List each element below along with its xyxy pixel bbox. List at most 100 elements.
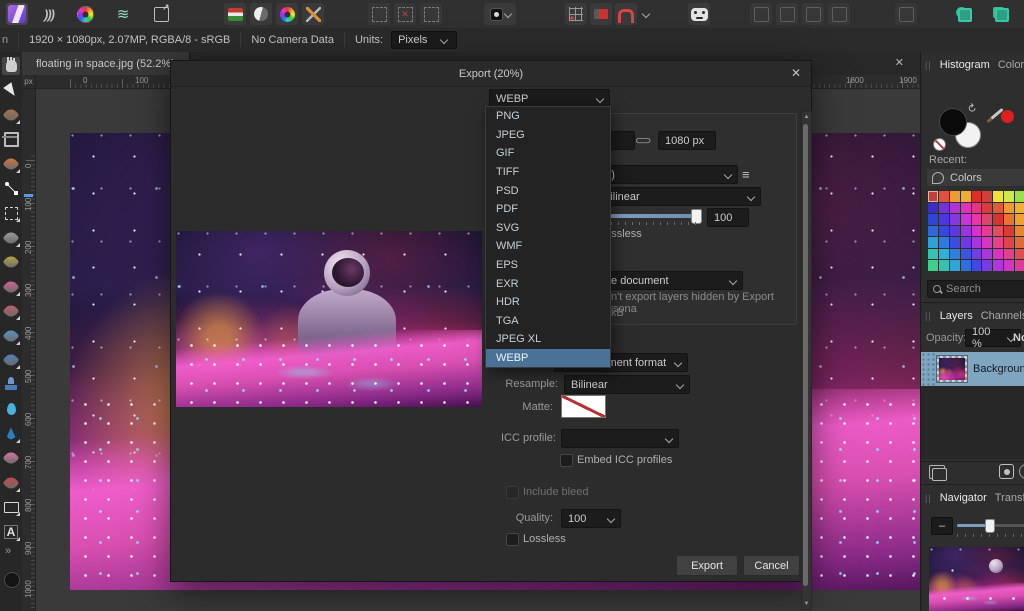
zoom-out-button[interactable]: – [931,517,953,535]
swatch[interactable] [1004,203,1014,214]
swatch[interactable] [1015,226,1024,237]
swatch[interactable] [972,226,982,237]
format-option-jpeg-xl[interactable]: JPEG XL [486,330,610,349]
swatch[interactable] [950,203,960,214]
alignment-icon[interactable] [895,3,917,25]
tab-transform[interactable]: Transform [995,492,1024,504]
export-dialog-titlebar[interactable]: Export (20%) ✕ [171,61,811,87]
blur-brush-tool[interactable] [2,400,20,418]
dodge-burn-brush-tool[interactable] [2,474,20,492]
swatch[interactable] [961,191,971,202]
swatch[interactable] [939,203,949,214]
swatch[interactable] [982,249,992,260]
export-button[interactable]: Export [676,555,738,576]
adjustment-layer-icon[interactable] [1019,464,1024,479]
swatch[interactable] [993,249,1003,260]
swatch[interactable] [1004,237,1014,248]
swatch[interactable] [961,237,971,248]
swatch[interactable] [982,237,992,248]
swatch[interactable] [939,226,949,237]
swatch[interactable] [972,214,982,225]
paint-brush-tool[interactable] [2,155,20,173]
swatch[interactable] [1015,203,1024,214]
layers-panel-grip[interactable]: || [925,311,932,321]
swatch[interactable] [950,191,960,202]
swatch[interactable] [1004,226,1014,237]
swatch[interactable] [961,249,971,260]
selection-brush-tool[interactable] [2,229,20,247]
swatch[interactable] [1004,191,1014,202]
swatch[interactable] [972,237,982,248]
tab-channels[interactable]: Channels [981,310,1024,322]
text-tool[interactable]: A [2,523,20,541]
swatch[interactable] [928,249,938,260]
swatch-search-box[interactable]: Search [927,280,1024,298]
crop-tool[interactable] [2,131,20,149]
height-field[interactable]: 1080 px [658,131,716,150]
move-tool[interactable] [2,82,20,100]
smudge-brush-tool[interactable] [2,449,20,467]
swatch[interactable] [1015,260,1024,271]
foreground-colour-well[interactable] [939,108,967,136]
arrange-back-icon[interactable] [750,3,772,25]
swatch[interactable] [972,249,982,260]
swatch[interactable] [1015,191,1024,202]
swatch[interactable] [993,226,1003,237]
format-option-svg[interactable]: SVG [486,219,610,238]
format-option-wmf[interactable]: WMF [486,237,610,256]
swatch[interactable] [972,260,982,271]
navigator-zoom-thumb[interactable] [985,519,995,533]
cancel-button[interactable]: Cancel [743,555,800,576]
healing-brush-tool[interactable] [2,351,20,369]
dialog-scrollbar[interactable]: ▲ ▼ [801,111,812,610]
tab-navigator[interactable]: Navigator [940,492,987,504]
swatch[interactable] [1015,249,1024,260]
swatch[interactable] [982,203,992,214]
colour-picker-tool[interactable] [2,106,20,124]
embed-icc-checkbox[interactable] [560,454,573,467]
navigator-preview[interactable] [929,547,1024,611]
include-bleed-checkbox[interactable] [506,486,519,499]
scroll-up-icon[interactable]: ▲ [802,114,811,120]
format-option-pdf[interactable]: PDF [486,200,610,219]
swatch[interactable] [961,260,971,271]
scrollbar-thumb[interactable] [803,124,808,586]
arrange-down-icon[interactable] [776,3,798,25]
swatch[interactable] [928,191,938,202]
swatch[interactable] [939,214,949,225]
swatch[interactable] [939,249,949,260]
swatch[interactable] [961,226,971,237]
format-option-webp[interactable]: WEBP [486,349,610,368]
format-option-tga[interactable]: TGA [486,312,610,331]
format-option-psd[interactable]: PSD [486,181,610,200]
blend-mode-fragment[interactable]: No [1013,332,1024,344]
marquee-select-tool[interactable] [2,204,20,222]
layer-drag-handle[interactable] [921,352,936,386]
dialog-close-icon[interactable]: ✕ [791,66,801,80]
scroll-down-icon[interactable]: ▼ [802,601,811,607]
format-option-tiff[interactable]: TIFF [486,163,610,182]
format-option-eps[interactable]: EPS [486,256,610,275]
document-tab[interactable]: floating in space.jpg (52.2%) [22,52,190,75]
navigator-panel-grip[interactable]: || [925,493,932,503]
selection-invert-icon[interactable] [420,3,442,25]
layer-row-background[interactable]: Background [921,352,1024,386]
stamp-tool[interactable] [2,376,20,394]
swatch[interactable] [993,237,1003,248]
swatch[interactable] [1004,260,1014,271]
link-dimensions-icon[interactable]: ⊂⊃ [635,134,649,147]
tab-color[interactable]: Color [998,59,1024,71]
export-persona-icon[interactable] [150,3,172,25]
format-option-hdr[interactable]: HDR [486,293,610,312]
tab-layers[interactable]: Layers [940,310,973,322]
layer-thumbnail[interactable] [936,355,968,383]
clone-brush-tool[interactable] [2,327,20,345]
swatch[interactable] [972,203,982,214]
tab-histogram[interactable]: Histogram [940,59,990,71]
format-option-exr[interactable]: EXR [486,274,610,293]
swatch[interactable] [939,191,949,202]
assistant-robot-icon[interactable] [688,3,710,25]
resample-top-select[interactable]: Bilinear [596,187,761,206]
view-tool[interactable] [2,57,20,75]
preset-menu-icon[interactable]: ≡ [742,167,750,182]
